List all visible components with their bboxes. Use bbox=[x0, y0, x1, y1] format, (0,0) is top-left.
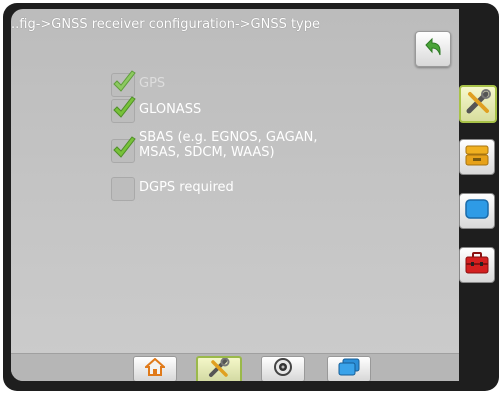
gps-label: GPS bbox=[139, 76, 166, 91]
checkmark-icon bbox=[113, 70, 136, 92]
side-tab-toolbox[interactable] bbox=[459, 247, 495, 283]
toolbox-icon bbox=[464, 250, 490, 280]
home-icon bbox=[143, 357, 167, 380]
data-icon bbox=[337, 357, 361, 381]
sbas-checkbox[interactable] bbox=[111, 136, 136, 163]
bottom-tab-bar bbox=[11, 353, 459, 381]
dgps-checkbox[interactable] bbox=[111, 177, 135, 201]
main-screen: ..fig->GNSS receiver configuration->GNSS… bbox=[11, 9, 459, 381]
side-tab-tools[interactable] bbox=[459, 85, 497, 123]
option-sbas[interactable]: SBAS (e.g. EGNOS, GAGAN, MSAS, SDCM, WAA… bbox=[111, 130, 318, 163]
sbas-label: SBAS (e.g. EGNOS, GAGAN, MSAS, SDCM, WAA… bbox=[139, 130, 318, 160]
tab-guidance[interactable] bbox=[261, 356, 305, 381]
side-tab-screen[interactable] bbox=[459, 193, 495, 229]
screen-icon bbox=[464, 196, 490, 226]
guidance-icon bbox=[273, 357, 293, 381]
back-button[interactable] bbox=[415, 31, 451, 67]
side-tab-bar bbox=[459, 9, 499, 381]
dgps-label: DGPS required bbox=[139, 180, 234, 195]
tab-data[interactable] bbox=[327, 356, 371, 381]
console-icon bbox=[464, 142, 490, 172]
back-arrow-icon bbox=[422, 36, 444, 62]
checkmark-icon bbox=[113, 136, 136, 158]
option-dgps-required[interactable]: DGPS required bbox=[111, 177, 234, 201]
tools-icon bbox=[208, 357, 230, 381]
tab-tools[interactable] bbox=[196, 356, 242, 381]
glonass-label: GLONASS bbox=[139, 102, 202, 117]
device-frame: ..fig->GNSS receiver configuration->GNSS… bbox=[3, 3, 499, 391]
side-tab-console[interactable] bbox=[459, 139, 495, 175]
glonass-checkbox[interactable] bbox=[111, 96, 136, 123]
tools-icon bbox=[465, 89, 491, 119]
checkmark-icon bbox=[113, 96, 136, 118]
option-glonass[interactable]: GLONASS bbox=[111, 96, 202, 123]
breadcrumb-title: ..fig->GNSS receiver configuration->GNSS… bbox=[11, 17, 320, 32]
tab-home[interactable] bbox=[133, 356, 177, 381]
